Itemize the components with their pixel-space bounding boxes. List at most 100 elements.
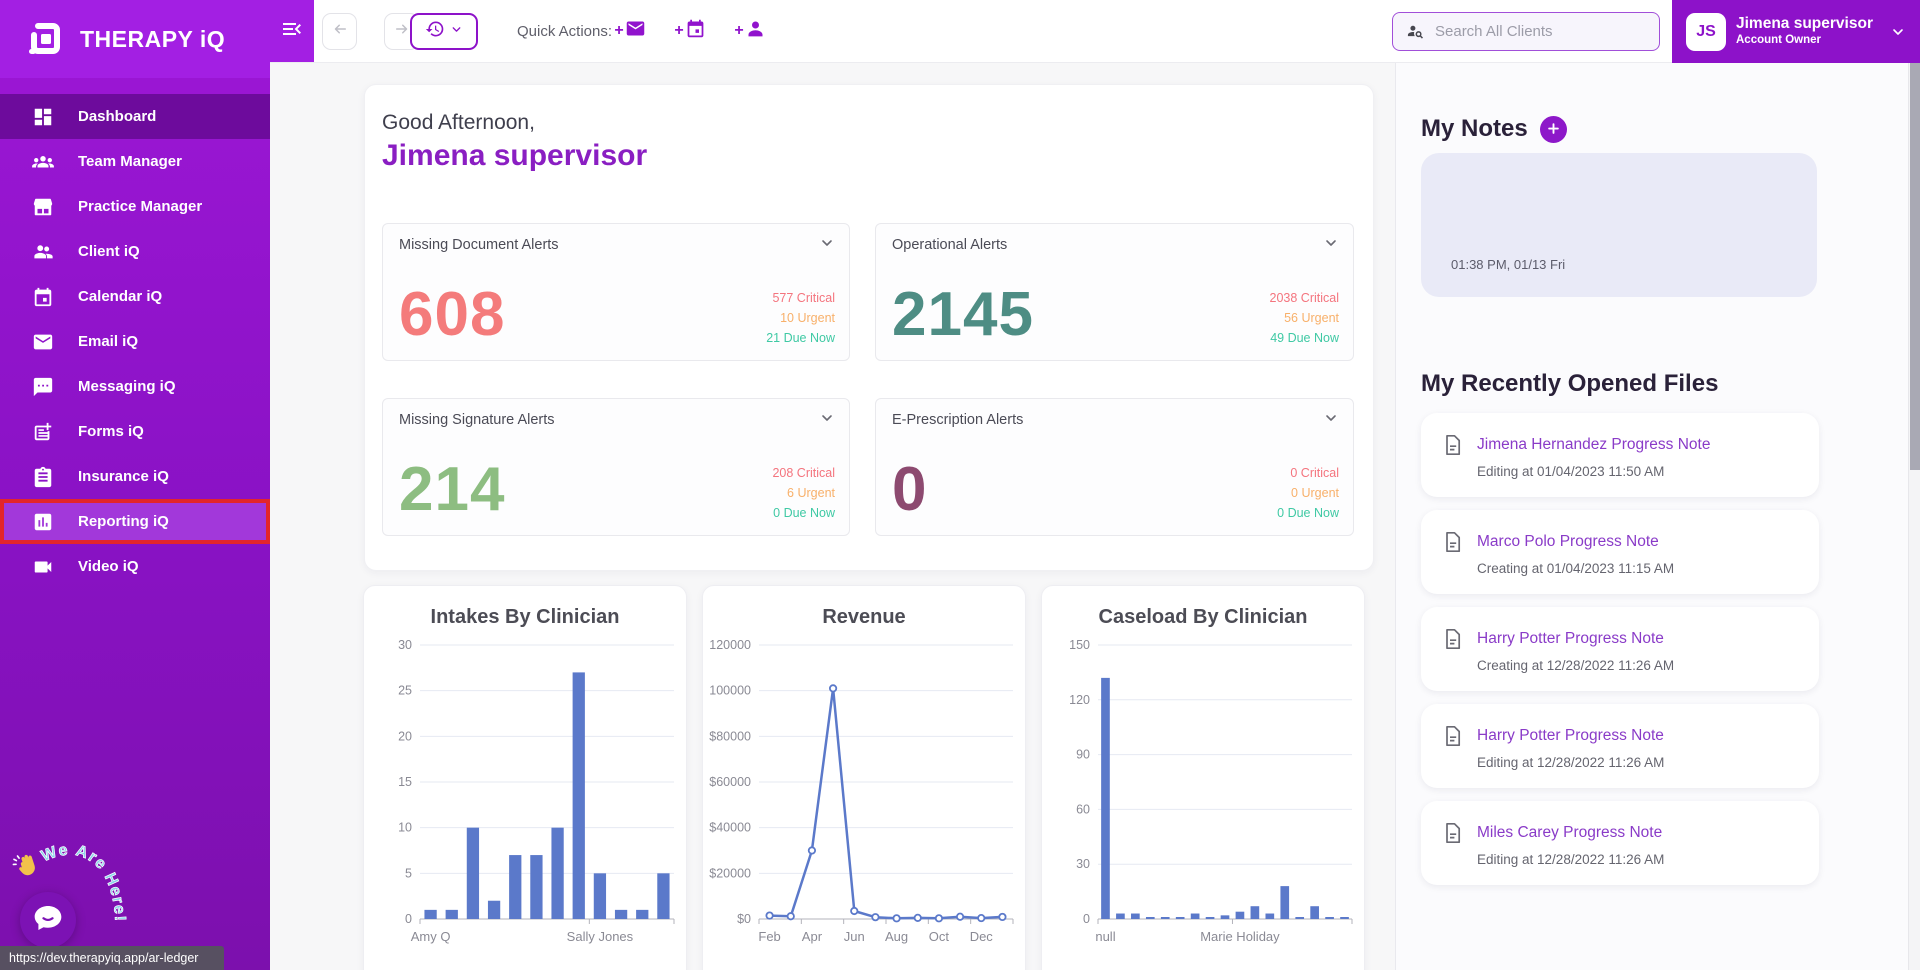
file-activity-timestamp: Editing at 01/04/2023 11:50 AM	[1477, 464, 1665, 479]
alert-urgent-count: 56 Urgent	[1284, 311, 1339, 325]
sidebar-item-forms-iq[interactable]: Forms iQ	[0, 409, 270, 454]
chevron-down-icon[interactable]	[819, 235, 835, 251]
chat-widget-button[interactable]	[20, 892, 76, 948]
sidebar-item-client-iq[interactable]: Client iQ	[0, 229, 270, 274]
alert-count: 608	[399, 280, 506, 349]
quick-action-new-appointment-button[interactable]	[668, 15, 712, 47]
alert-breakdown: 208 Critical 6 Urgent 0 Due Now	[772, 463, 835, 523]
svg-text:60: 60	[1076, 802, 1090, 816]
svg-text:$0: $0	[737, 912, 751, 926]
file-name-link[interactable]: Jimena Hernandez Progress Note	[1477, 436, 1710, 454]
team-icon	[32, 151, 54, 173]
sidebar-item-label: Forms iQ	[78, 423, 144, 440]
search-input[interactable]	[1435, 23, 1635, 40]
alert-critical-count: 577 Critical	[772, 291, 835, 305]
svg-text:Aug: Aug	[885, 929, 908, 944]
person-icon	[745, 18, 766, 44]
document-icon	[1441, 821, 1465, 845]
alert-critical-count: 0 Critical	[1290, 466, 1339, 480]
document-icon	[1441, 627, 1465, 651]
revenue-chart-card: Revenue $0 $20000 $40000 $60000 $80000 100000…	[702, 585, 1026, 970]
dashboard-main: Good Afternoon, Jimena supervisor Missin…	[270, 63, 1395, 970]
scrollbar-thumb[interactable]	[1910, 63, 1920, 470]
recent-file-card[interactable]: Miles Carey Progress Note Editing at 12/2…	[1421, 801, 1819, 885]
app-logo[interactable]: THERAPY iQ	[0, 0, 270, 78]
video-icon	[32, 556, 54, 578]
svg-text:Dec: Dec	[970, 929, 994, 944]
svg-text:15: 15	[398, 775, 412, 789]
history-button[interactable]	[410, 13, 478, 50]
svg-text:Sally Jones: Sally Jones	[567, 929, 634, 944]
alert-urgent-count: 6 Urgent	[787, 486, 835, 500]
recent-file-card[interactable]: Harry Potter Progress Note Creating at 12…	[1421, 607, 1819, 691]
sidebar-item-label: Video iQ	[78, 558, 139, 575]
svg-text:$40000: $40000	[709, 821, 751, 835]
recent-file-card[interactable]: Jimena Hernandez Progress Note Editing at…	[1421, 413, 1819, 497]
email-icon	[625, 18, 646, 44]
user-menu[interactable]: JS Jimena supervisor Account Owner	[1672, 0, 1920, 63]
note-card[interactable]: 01:38 PM, 01/13 Fri	[1421, 153, 1817, 297]
sidebar-item-calendar-iq[interactable]: Calendar iQ	[0, 274, 270, 319]
quick-action-new-client-button[interactable]	[728, 15, 772, 47]
recent-file-card[interactable]: Marco Polo Progress Note Creating at 01/0…	[1421, 510, 1819, 594]
sidebar-item-practice-manager[interactable]: Practice Manager	[0, 184, 270, 229]
user-role: Account Owner	[1736, 33, 1821, 46]
chevron-down-icon[interactable]	[1323, 235, 1339, 251]
alert-breakdown: 577 Critical 10 Urgent 21 Due Now	[766, 288, 835, 348]
chevron-down-icon[interactable]	[1323, 410, 1339, 426]
missing-signature-alerts-card: Missing Signature Alerts 214 208 Critical 6…	[382, 398, 850, 536]
sidebar-item-label: Reporting iQ	[78, 513, 169, 530]
alert-count: 214	[399, 455, 506, 524]
svg-text:100000: 100000	[709, 684, 751, 698]
sidebar-item-label: Email iQ	[78, 333, 139, 350]
sidebar-item-reporting-iq[interactable]: Reporting iQ	[0, 499, 270, 544]
file-name-link[interactable]: Marco Polo Progress Note	[1477, 533, 1659, 551]
operational-alerts-card: Operational Alerts 2145 2038 Critical 56 Ur…	[875, 223, 1354, 361]
svg-text:$60000: $60000	[709, 775, 751, 789]
file-name-link[interactable]: Miles Carey Progress Note	[1477, 824, 1662, 842]
sidebar-item-team-manager[interactable]: Team Manager	[0, 139, 270, 184]
greeting-salutation: Good Afternoon,	[382, 111, 535, 134]
sidebar-item-messaging-iq[interactable]: Messaging iQ	[0, 364, 270, 409]
sidebar-item-dashboard[interactable]: Dashboard	[0, 94, 270, 139]
caseload-chart-canvas: 0 30 60 90 120 150 null Marie Holiday	[1069, 638, 1353, 944]
add-note-button[interactable]	[1539, 115, 1567, 143]
alert-card-title: Missing Document Alerts	[399, 237, 559, 253]
sidebar-item-insurance-iq[interactable]: Insurance iQ	[0, 454, 270, 499]
svg-text:Marie Holiday: Marie Holiday	[1200, 929, 1280, 944]
chat-bubble-icon	[32, 902, 64, 939]
alert-urgent-count: 0 Urgent	[1291, 486, 1339, 500]
search-clients-box	[1392, 12, 1660, 51]
calendar-icon	[685, 18, 706, 44]
svg-text:30: 30	[1076, 857, 1090, 871]
chart-title: Caseload By Clinician	[1098, 606, 1308, 628]
svg-text:30: 30	[398, 638, 412, 652]
svg-text:$20000: $20000	[709, 866, 751, 880]
recent-file-card[interactable]: Harry Potter Progress Note Editing at 12/…	[1421, 704, 1819, 788]
sidebar-item-email-iq[interactable]: Email iQ	[0, 319, 270, 364]
svg-text:120: 120	[1069, 693, 1090, 707]
user-name: Jimena supervisor	[1736, 15, 1873, 33]
quick-actions-label: Quick Actions:	[517, 23, 613, 40]
svg-text:25: 25	[398, 684, 412, 698]
sidebar-item-video-iq[interactable]: Video iQ	[0, 544, 270, 589]
file-name-link[interactable]: Harry Potter Progress Note	[1477, 630, 1664, 648]
welcome-card: Good Afternoon, Jimena supervisor Missin…	[364, 84, 1374, 571]
right-panel: My Notes 01:38 PM, 01/13 Fri My Recently…	[1395, 63, 1908, 970]
svg-text:20: 20	[398, 729, 412, 743]
quick-action-new-email-button[interactable]	[608, 15, 652, 47]
alert-breakdown: 2038 Critical 56 Urgent 49 Due Now	[1270, 288, 1339, 348]
back-button[interactable]	[322, 13, 357, 50]
svg-text:Apr: Apr	[802, 929, 823, 944]
storefront-icon	[32, 196, 54, 218]
file-name-link[interactable]: Harry Potter Progress Note	[1477, 727, 1664, 745]
forward-arrow-icon	[393, 20, 411, 43]
sidebar: THERAPY iQ Dashboard Team Manager Practice…	[0, 0, 270, 970]
chevron-down-icon[interactable]	[819, 410, 835, 426]
my-notes-title: My Notes	[1421, 115, 1528, 142]
sidebar-item-label: Calendar iQ	[78, 288, 163, 305]
alert-count: 2145	[892, 280, 1034, 349]
sidebar-collapse-button[interactable]	[270, 0, 314, 62]
topbar: Quick Actions: JS Jimena supervisor Acco…	[270, 0, 1920, 63]
calendar-icon	[32, 286, 54, 308]
